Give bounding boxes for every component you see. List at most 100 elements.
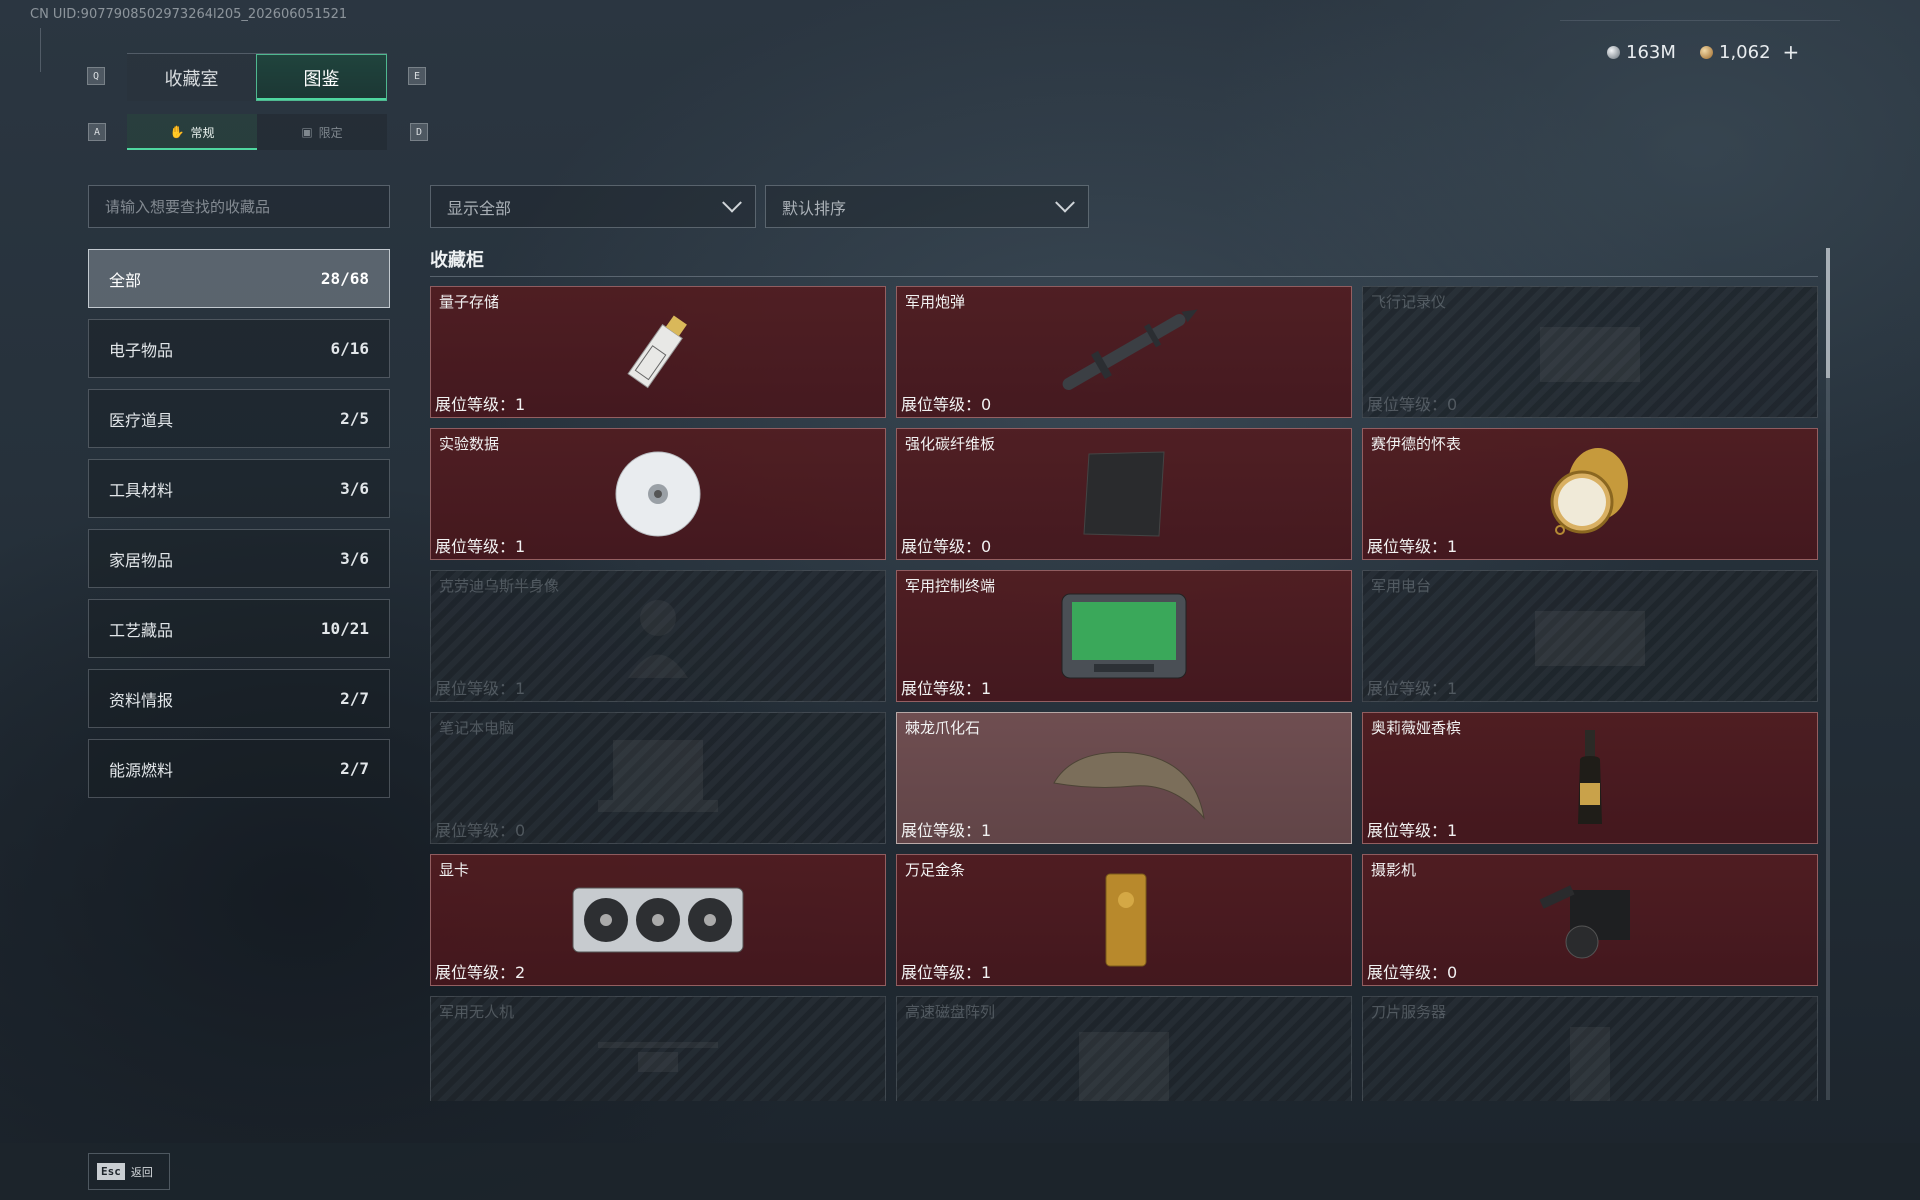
collection-grid: 量子存储 展位等级：1 军用炮弹 展位等级：0 飞行记录仪 展位等级：0 实验数据 展位等级：…	[430, 286, 1818, 1101]
item-card[interactable]: 量子存储 展位等级：1	[430, 286, 886, 418]
item-level-value: 1	[515, 395, 526, 414]
plus-icon[interactable]: +	[1783, 40, 1800, 64]
champagne-icon	[1500, 728, 1680, 828]
category-tools[interactable]: 工具材料 3/6	[88, 459, 390, 518]
category-intel[interactable]: 资料情报 2/7	[88, 669, 390, 728]
category-crafts[interactable]: 工艺藏品 10/21	[88, 599, 390, 658]
item-level-value: 0	[981, 537, 992, 556]
sort-dropdown-value: 默认排序	[782, 198, 847, 218]
category-label: 医疗道具	[109, 410, 174, 430]
item-name: 赛伊德的怀表	[1371, 435, 1462, 453]
esc-key-icon: Esc	[97, 1163, 125, 1180]
item-level: 展位等级：1	[1367, 817, 1457, 841]
back-button[interactable]: Esc 返回	[88, 1153, 170, 1190]
item-level: 展位等级：2	[435, 959, 525, 983]
item-name: 显卡	[439, 861, 470, 879]
section-title: 收藏柜	[430, 250, 484, 271]
item-card[interactable]: 军用无人机	[430, 996, 886, 1101]
item-card[interactable]: 强化碳纤维板展位等级：0	[896, 428, 1352, 560]
item-level: 展位等级：1	[435, 675, 525, 699]
item-card[interactable]: 飞行记录仪 展位等级：0	[1362, 286, 1818, 418]
item-card[interactable]: 棘龙爪化石展位等级：1	[896, 712, 1352, 844]
category-electronics[interactable]: 电子物品 6/16	[88, 319, 390, 378]
disc-icon	[568, 444, 748, 544]
item-card[interactable]: 军用控制终端展位等级：1	[896, 570, 1352, 702]
item-level-value: 0	[981, 395, 992, 414]
item-name: 军用无人机	[439, 1003, 515, 1021]
item-name: 棘龙爪化石	[905, 719, 981, 737]
tab-limited[interactable]: ▣ 限定	[257, 114, 387, 150]
tab-limited-label: 限定	[318, 125, 343, 140]
image-icon: ▣	[301, 125, 313, 139]
item-level-value: 0	[1447, 395, 1458, 414]
camera-icon	[1500, 870, 1680, 970]
item-level: 展位等级：0	[1367, 959, 1457, 983]
section-divider	[430, 276, 1818, 277]
item-level: 展位等级：0	[901, 533, 991, 557]
item-card[interactable]: 实验数据展位等级：1	[430, 428, 886, 560]
category-household[interactable]: 家居物品 3/6	[88, 529, 390, 588]
item-level: 展位等级：0	[901, 391, 991, 415]
item-level-value: 1	[1447, 821, 1458, 840]
item-name: 军用控制终端	[905, 577, 996, 595]
category-label: 电子物品	[109, 340, 174, 360]
item-card[interactable]: 赛伊德的怀表展位等级：1	[1362, 428, 1818, 560]
item-level: 展位等级：1	[435, 533, 525, 557]
item-level: 展位等级：1	[901, 959, 991, 983]
scrollbar-thumb[interactable]	[1826, 248, 1830, 378]
sort-dropdown[interactable]: 默认排序	[765, 185, 1089, 228]
item-card[interactable]: 显卡展位等级：2	[430, 854, 886, 986]
item-name: 强化碳纤维板	[905, 435, 996, 453]
main-tabs: 收藏室 图鉴	[127, 53, 387, 101]
item-level-value: 1	[981, 679, 992, 698]
item-level-value: 1	[515, 679, 526, 698]
filter-dropdown[interactable]: 显示全部	[430, 185, 756, 228]
radio-icon	[1500, 586, 1680, 686]
terminal-icon	[1034, 586, 1214, 686]
item-card[interactable]: 笔记本电脑 展位等级：0	[430, 712, 886, 844]
item-level-value: 1	[1447, 679, 1458, 698]
category-medical[interactable]: 医疗道具 2/5	[88, 389, 390, 448]
item-level: 展位等级：1	[901, 675, 991, 699]
item-card[interactable]: 军用炮弹 展位等级：0	[896, 286, 1352, 418]
filter-dropdown-value: 显示全部	[447, 198, 512, 218]
back-label: 返回	[130, 1165, 153, 1179]
item-name: 军用电台	[1371, 577, 1432, 595]
item-level-value: 1	[981, 963, 992, 982]
item-level: 展位等级：1	[1367, 533, 1457, 557]
silver-amount: 163M	[1626, 41, 1676, 63]
tab-catalog[interactable]: 图鉴	[256, 54, 387, 101]
gold-coin-icon	[1700, 45, 1713, 59]
silver-coin-icon	[1607, 45, 1620, 59]
category-count: 2/5	[340, 409, 369, 428]
category-label: 工艺藏品	[109, 620, 174, 640]
item-level-value: 2	[515, 963, 526, 982]
laptop-icon	[568, 728, 748, 828]
item-level-prefix: 展位等级：	[435, 679, 516, 698]
gold-currency: 1,062 +	[1700, 40, 1799, 64]
tab-collection-room[interactable]: 收藏室	[127, 54, 256, 101]
category-count: 10/21	[320, 619, 369, 638]
item-card[interactable]: 高速磁盘阵列	[896, 996, 1352, 1101]
item-name: 摄影机	[1371, 861, 1417, 879]
tab-regular[interactable]: ✋ 常规	[127, 114, 257, 150]
item-level-value: 1	[981, 821, 992, 840]
item-card[interactable]: 军用电台 展位等级：1	[1362, 570, 1818, 702]
item-level: 展位等级：1	[901, 817, 991, 841]
item-card[interactable]: 万足金条 展位等级：1	[896, 854, 1352, 986]
category-all[interactable]: 全部 28/68	[88, 249, 390, 308]
search-input[interactable]: 请输入想要查找的收藏品	[88, 185, 390, 228]
key-hint-e: E	[408, 67, 426, 85]
category-count: 3/6	[340, 479, 369, 498]
category-label: 工具材料	[109, 480, 174, 500]
item-level-prefix: 展位等级：	[435, 963, 516, 982]
key-hint-d: D	[410, 123, 428, 141]
disk-array-icon	[1034, 1012, 1214, 1101]
category-energy[interactable]: 能源燃料 2/7	[88, 739, 390, 798]
item-card[interactable]: 奥莉薇娅香槟 展位等级：1	[1362, 712, 1818, 844]
category-label: 全部	[109, 270, 142, 290]
item-card[interactable]: 克劳迪乌斯半身像 展位等级：1	[430, 570, 886, 702]
item-card[interactable]: 摄影机展位等级：0	[1362, 854, 1818, 986]
item-card[interactable]: 刀片服务器	[1362, 996, 1818, 1101]
item-name: 实验数据	[439, 435, 500, 453]
